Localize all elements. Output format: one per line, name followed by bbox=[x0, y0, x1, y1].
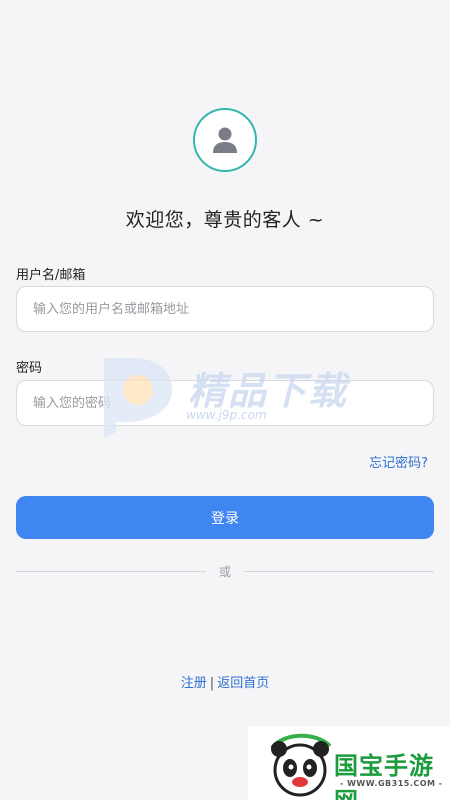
login-button[interactable]: 登录 bbox=[16, 496, 434, 539]
panda-logo-icon bbox=[270, 733, 332, 797]
gb315-watermark-title: 国宝手游网 bbox=[334, 752, 434, 800]
gb315-watermark: 国宝手游网 - WWW.GB315.COM - bbox=[248, 726, 450, 800]
user-icon bbox=[213, 127, 237, 153]
avatar bbox=[193, 108, 257, 172]
password-input[interactable] bbox=[16, 380, 434, 426]
username-label: 用户名/邮箱 bbox=[16, 268, 86, 283]
username-input[interactable] bbox=[16, 286, 434, 332]
link-separator: | bbox=[209, 676, 215, 691]
bottom-links: 注册 | 返回首页 bbox=[0, 672, 450, 691]
register-link[interactable]: 注册 bbox=[181, 676, 207, 691]
back-home-link[interactable]: 返回首页 bbox=[217, 676, 269, 691]
gb315-watermark-url: - WWW.GB315.COM - bbox=[340, 779, 443, 788]
password-label: 密码 bbox=[16, 361, 43, 376]
forgot-password-link[interactable]: 忘记密码? bbox=[369, 452, 428, 471]
welcome-heading: 欢迎您，尊贵的客人 ~ bbox=[125, 209, 325, 231]
login-page: 欢迎您，尊贵的客人 ~ 用户名/邮箱 密码 忘记密码? 登录 或 注册|返回首页… bbox=[0, 0, 450, 800]
divider-line-right bbox=[244, 571, 434, 572]
